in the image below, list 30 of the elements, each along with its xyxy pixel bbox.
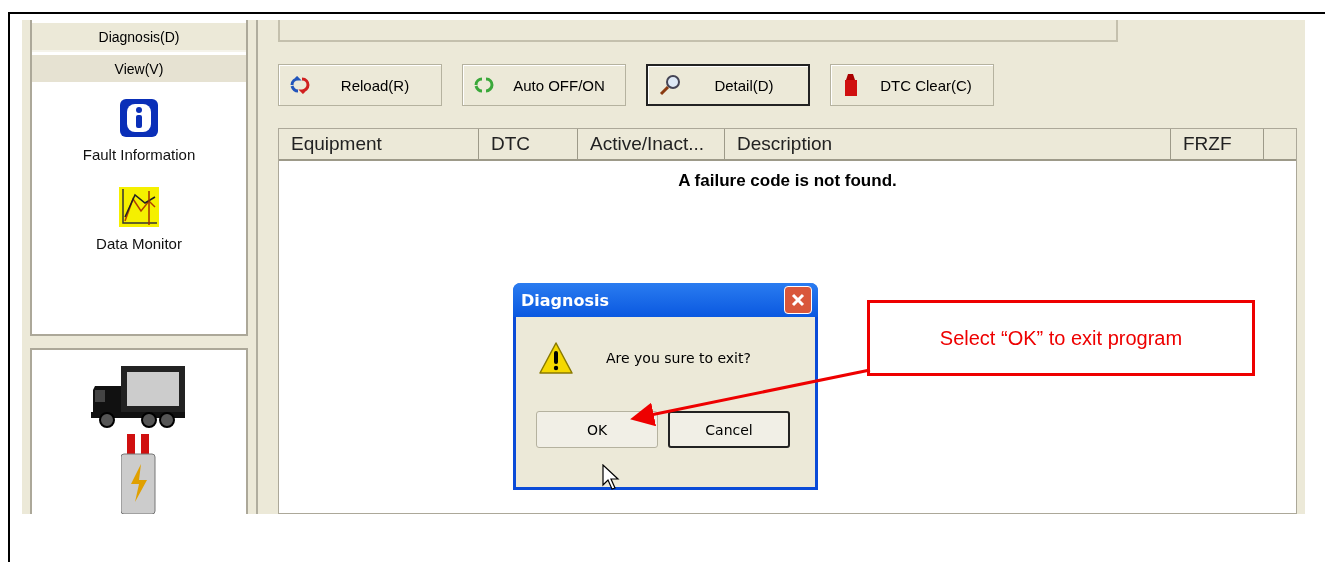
column-header[interactable]: Active/Inact...	[578, 129, 725, 159]
info-icon	[119, 98, 159, 138]
sidebar-item-label[interactable]: Fault Information	[82, 146, 196, 163]
dialog-button[interactable]: OK	[536, 411, 658, 448]
column-header[interactable]: FRZF	[1171, 129, 1264, 159]
arrows-icon	[289, 76, 311, 94]
arrows-icon	[473, 76, 495, 94]
column-header[interactable]: DTC	[479, 129, 578, 159]
magnifier-icon	[658, 73, 682, 97]
callout-text: Select “OK” to exit program	[939, 326, 1183, 350]
dialog-button[interactable]: Cancel	[668, 411, 790, 448]
sidebar-item-label[interactable]: Data Monitor	[96, 235, 182, 252]
close-button[interactable]	[784, 286, 812, 314]
line-chart-icon	[119, 187, 159, 227]
toolbar-button[interactable]: Detail(D)	[646, 64, 810, 106]
sidebar-tab[interactable]: Diagnosis(D)	[32, 23, 246, 52]
toolbar-button[interactable]: DTC Clear(C)	[830, 64, 994, 106]
column-header[interactable]: Equipment	[279, 129, 479, 159]
mouse-cursor-icon	[602, 464, 620, 492]
sidebar-tab[interactable]: View(V)	[32, 55, 246, 84]
column-header[interactable]: Description	[725, 129, 1171, 159]
dialog-message: Are you sure to exit?	[606, 350, 751, 366]
warning-icon	[538, 341, 574, 375]
empty-message: A failure code is not found.	[677, 171, 898, 191]
battery-icon	[121, 434, 157, 514]
toolbar-button[interactable]: Auto OFF/ON	[462, 64, 626, 106]
close-icon	[790, 292, 806, 308]
toolbar-button[interactable]: Reload(R)	[278, 64, 442, 106]
dialog-title: Diagnosis	[521, 290, 609, 310]
truck-icon	[91, 364, 187, 428]
